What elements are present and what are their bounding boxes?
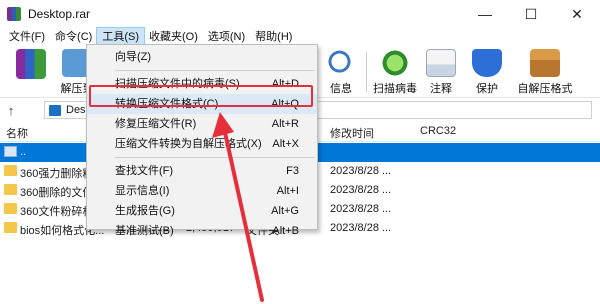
file-name: 360删除的文件: [20, 187, 94, 199]
menu-item-shortcut: F3: [286, 165, 299, 177]
toolbar-label-protect: 保护: [476, 83, 498, 95]
menu-item-shortcut: Alt+I: [276, 185, 299, 197]
toolbar-button-protect[interactable]: 保护: [464, 48, 510, 96]
comment-icon: [426, 49, 456, 77]
menu-item-label: 向导(Z): [115, 51, 152, 63]
toolbar-button-add[interactable]: [8, 48, 54, 96]
menu-item-show-info[interactable]: 显示信息(I) Alt+I: [87, 181, 317, 201]
column-header-modified[interactable]: 修改时间: [330, 125, 374, 141]
toolbar-button-sfx[interactable]: 自解压格式: [516, 48, 574, 96]
file-modified: 2023/8/28 ...: [330, 222, 392, 234]
menu-file[interactable]: 文件(F): [4, 28, 50, 46]
folder-icon: [4, 222, 17, 233]
menu-item-label: 压缩文件转换为自解压格式(X): [115, 138, 262, 150]
folder-icon: [4, 203, 17, 214]
archive-path-icon: [49, 104, 61, 116]
file-modified: 2023/8/28 ...: [330, 184, 392, 196]
up-arrow-icon[interactable]: ↑: [0, 103, 22, 118]
toolbar-button-info[interactable]: 信息: [318, 48, 364, 96]
menu-item-convert-sfx[interactable]: 压缩文件转换为自解压格式(X) Alt+X: [87, 134, 317, 154]
shield-icon: [472, 49, 502, 77]
menu-separator: [115, 70, 315, 71]
annotation-highlight-box: [89, 85, 313, 107]
toolbar-label-sfx: 自解压格式: [517, 83, 573, 95]
column-header-name[interactable]: 名称: [6, 125, 28, 141]
menu-item-label: 修复压缩文件(R): [115, 118, 197, 130]
menu-item-shortcut: Alt+B: [272, 225, 299, 237]
menu-item-shortcut: Alt+G: [271, 205, 299, 217]
toolbar-separator: [366, 52, 367, 92]
file-modified: 2023/8/28 ...: [330, 165, 392, 177]
menu-item-find-files[interactable]: 查找文件(F) F3: [87, 161, 317, 181]
menu-item-label: 基准测试(B): [115, 225, 174, 237]
folder-icon: [4, 184, 17, 195]
toolbar-label-comment: 注释: [430, 83, 452, 95]
file-name: 360强力删除粉: [20, 168, 94, 180]
title-bar: Desktop.rar — ☐ ✕: [0, 0, 600, 28]
window-title: Desktop.rar: [28, 7, 91, 21]
toolbar-label-info: 信息: [330, 83, 352, 95]
menu-item-label: 显示信息(I): [115, 185, 170, 197]
parent-folder-icon: [4, 146, 17, 157]
menu-item-generate-report[interactable]: 生成报告(G) Alt+G: [87, 201, 317, 221]
toolbar-button-comment[interactable]: 注释: [418, 48, 464, 96]
archive-books-icon: [16, 49, 46, 79]
winrar-app-icon: [7, 7, 21, 21]
close-button[interactable]: ✕: [554, 0, 600, 28]
folder-icon: [4, 165, 17, 176]
tools-dropdown-menu: 向导(Z) 扫描压缩文件中的病毒(S) Alt+D 转换压缩文件格式(C) Al…: [86, 44, 318, 237]
menu-item-benchmark[interactable]: 基准测试(B) Alt+B: [87, 221, 317, 241]
window-controls: — ☐ ✕: [462, 0, 600, 28]
menu-item-shortcut: Alt+X: [272, 138, 299, 150]
menu-item-label: 生成报告(G): [115, 205, 175, 217]
menu-item-label: 查找文件(F): [115, 165, 174, 177]
menu-item-wizard[interactable]: 向导(Z): [87, 47, 317, 67]
menu-item-shortcut: Alt+R: [271, 118, 299, 130]
toolbar-label-scan-virus: 扫描病毒: [373, 83, 417, 95]
minimize-button[interactable]: —: [462, 0, 508, 28]
menu-separator: [115, 157, 315, 158]
toolbar-button-scan-virus[interactable]: 扫描病毒: [372, 48, 418, 96]
magnifier-info-icon: [326, 49, 356, 77]
maximize-button[interactable]: ☐: [508, 0, 554, 28]
virus-scan-icon: [380, 49, 410, 77]
file-name: ..: [20, 146, 27, 158]
menu-item-repair[interactable]: 修复压缩文件(R) Alt+R: [87, 114, 317, 134]
column-header-crc32[interactable]: CRC32: [420, 125, 456, 137]
file-modified: 2023/8/28 ...: [330, 203, 392, 215]
file-name: 360文件粉碎机: [20, 206, 94, 218]
sfx-box-icon: [530, 49, 560, 77]
